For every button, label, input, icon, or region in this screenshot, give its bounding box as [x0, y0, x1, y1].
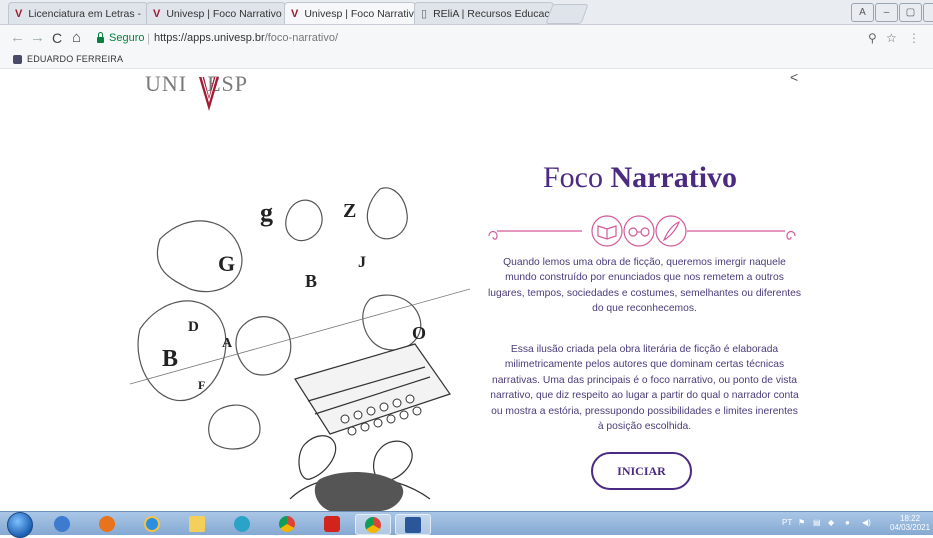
new-tab-button[interactable]	[545, 4, 589, 24]
security-indicator[interactable]: Seguro	[97, 31, 145, 44]
lock-icon	[97, 31, 104, 43]
volume-icon[interactable]: ◀)	[862, 518, 871, 527]
bookmark-label: EDUARDO FERREIRA	[27, 54, 124, 64]
tab-label: Univesp | Foco Narrativo	[166, 7, 282, 20]
illustration-letter: g	[260, 198, 273, 227]
start-button-icon[interactable]	[7, 512, 33, 538]
star-icon[interactable]: ☆	[886, 31, 897, 45]
internet-explorer-icon[interactable]	[135, 514, 169, 533]
chrome-running-icon[interactable]	[355, 514, 391, 535]
forward-icon[interactable]: →	[30, 30, 45, 46]
browser-toolbar: ← → C ⌂ Seguro | https://apps.univesp.br…	[0, 25, 933, 51]
network-icon[interactable]: ▤	[813, 518, 821, 527]
antivirus-icon[interactable]: ●	[845, 518, 850, 527]
univesp-tab-icon: V	[15, 7, 23, 20]
secure-label: Seguro	[109, 32, 145, 44]
close-window-icon[interactable]	[923, 3, 933, 22]
illustration-letter: F	[198, 378, 205, 392]
edge-icon[interactable]	[225, 514, 259, 533]
clock-date: 04/03/2021	[890, 523, 931, 532]
tab-label: Univesp | Foco Narrativo	[304, 7, 416, 20]
illustration-letter: J	[358, 254, 366, 271]
user-profile-icon[interactable]: A	[851, 3, 874, 22]
office-icon[interactable]	[90, 514, 124, 533]
menu-icon[interactable]: ⋮	[908, 31, 920, 45]
language-indicator[interactable]: PT	[782, 518, 792, 527]
intro-paragraph: Quando lemos uma obra de ficção, queremo…	[487, 257, 802, 315]
doc-tab-icon: ▯	[421, 8, 428, 20]
bookmarks-bar: EDUARDO FERREIRA	[0, 51, 933, 69]
word-running-icon[interactable]	[395, 514, 431, 535]
url-host: https://apps.univesp.br	[154, 32, 265, 44]
tab-relia[interactable]: ▯ REliA | Recursos Educac ×	[414, 2, 554, 24]
acrobat-icon[interactable]	[315, 514, 349, 533]
zoom-icon[interactable]: ⚲	[868, 31, 877, 45]
reload-icon[interactable]: C	[52, 30, 62, 46]
univesp-tab-icon: V	[291, 7, 299, 20]
logo-v-mark	[199, 76, 219, 111]
univesp-tab-icon: V	[153, 7, 161, 20]
windows-taskbar: PT ⚑ ▤ ◆ ● ◀) 18:22 04/03/2021	[0, 511, 933, 538]
typewriter-illustration: g Z G B J D B F A O	[130, 187, 470, 511]
illustration-letter: D	[188, 319, 199, 335]
divider: |	[147, 31, 151, 45]
clock-time: 18:22	[900, 514, 921, 523]
home-icon[interactable]: ⌂	[72, 30, 81, 46]
tab-label: Licenciatura em Letras -	[28, 7, 141, 20]
restore-icon[interactable]: ▢	[899, 3, 922, 22]
illustration-letter: B	[162, 346, 178, 372]
bookmark-user[interactable]: EDUARDO FERREIRA	[13, 54, 123, 64]
illustration-letter: Z	[343, 200, 356, 222]
illustration-letter: B	[305, 271, 317, 291]
illustration-letter: G	[218, 251, 235, 276]
page-content: UNI ESP < g Z G B J D B F A O Foco Narra…	[0, 69, 933, 511]
univesp-logo[interactable]: UNI ESP	[145, 71, 248, 111]
system-clock[interactable]: 18:22 04/03/2021	[890, 514, 930, 532]
tab-foco-narrativo-1[interactable]: V Univesp | Foco Narrativo ×	[146, 2, 286, 24]
title-light: Foco	[542, 161, 611, 194]
back-icon[interactable]: ←	[10, 30, 25, 46]
security-tray-icon[interactable]: ◆	[828, 518, 834, 527]
tab-licenciatura[interactable]: V Licenciatura em Letras - ×	[8, 2, 148, 24]
user-icon	[13, 54, 22, 64]
tab-label: REliA | Recursos Educac	[433, 7, 550, 20]
url-path: /foco-narrativo/	[264, 32, 339, 44]
title-ornament	[488, 215, 796, 247]
flag-icon[interactable]: ⚑	[798, 518, 805, 527]
chrome-icon[interactable]	[270, 514, 304, 533]
share-icon[interactable]: <	[790, 69, 798, 85]
feather-icon	[655, 215, 687, 247]
media-player-icon[interactable]	[45, 514, 79, 533]
page-title: Foco Narrativo	[480, 161, 800, 195]
illustration-letter: A	[222, 336, 233, 351]
minimize-icon[interactable]: –	[875, 3, 898, 22]
glasses-icon	[623, 215, 655, 247]
start-button[interactable]: INICIAR	[591, 452, 692, 490]
tab-foco-narrativo-active[interactable]: V Univesp | Foco Narrativo ×	[284, 2, 416, 24]
logo-text-left: UNI	[145, 71, 188, 96]
explanation-paragraph: Essa ilusão criada pela obra literária d…	[490, 344, 799, 433]
file-explorer-icon[interactable]	[180, 514, 214, 533]
tab-strip: V Licenciatura em Letras - × V Univesp |…	[0, 0, 933, 25]
address-bar[interactable]: https://apps.univesp.br/foco-narrativo/	[154, 32, 338, 44]
illustration-letter: O	[412, 323, 426, 343]
title-bold: Narrativo	[610, 161, 738, 194]
